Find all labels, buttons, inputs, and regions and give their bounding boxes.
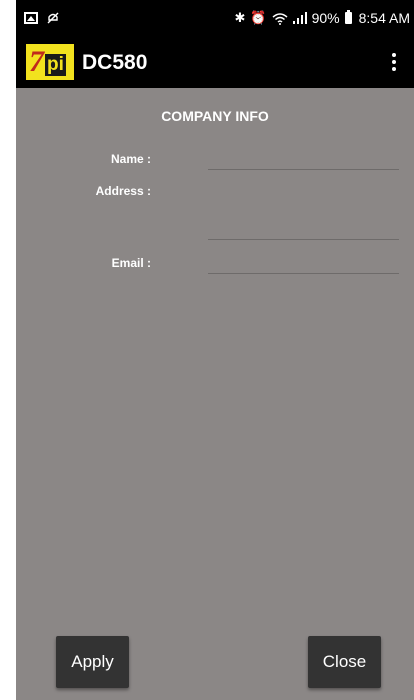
clock: 8:54 AM — [358, 10, 410, 26]
company-info-form: COMPANY INFO Name : Address : Email : Ap… — [16, 88, 414, 700]
signal-icon — [292, 12, 307, 24]
email-label: Email : — [111, 256, 151, 270]
apply-button[interactable]: Apply — [56, 636, 129, 688]
bluetooth-icon: ✱ — [234, 10, 246, 25]
close-button[interactable]: Close — [308, 636, 381, 688]
logo-pi: pi — [45, 54, 66, 76]
app-bar: 7 pi DC580 — [16, 38, 414, 88]
logo-seven: 7 — [29, 45, 44, 78]
address-field[interactable] — [208, 222, 399, 240]
battery-percent: 90% — [311, 10, 340, 26]
overflow-menu-icon[interactable] — [382, 48, 406, 76]
app-title: DC580 — [82, 51, 148, 74]
alarm-icon: ⏰ — [250, 10, 267, 25]
section-title: COMPANY INFO — [161, 108, 269, 124]
wifi-icon — [272, 12, 288, 25]
battery-icon — [344, 10, 352, 24]
phone-screen: ✱ ⏰ 90% 8:54 AM 7 pi DC580 COMPANY INFO … — [16, 0, 414, 700]
email-field[interactable] — [208, 256, 399, 274]
address-label: Address : — [95, 184, 151, 198]
status-left — [24, 11, 60, 25]
image-icon — [24, 12, 38, 24]
mute-icon — [47, 12, 59, 24]
name-label: Name : — [110, 152, 151, 166]
status-bar: ✱ ⏰ 90% 8:54 AM — [16, 0, 414, 38]
tpi-logo: 7 pi — [26, 44, 74, 80]
status-right: ✱ ⏰ 90% 8:54 AM — [234, 10, 410, 26]
name-field[interactable] — [208, 152, 399, 170]
